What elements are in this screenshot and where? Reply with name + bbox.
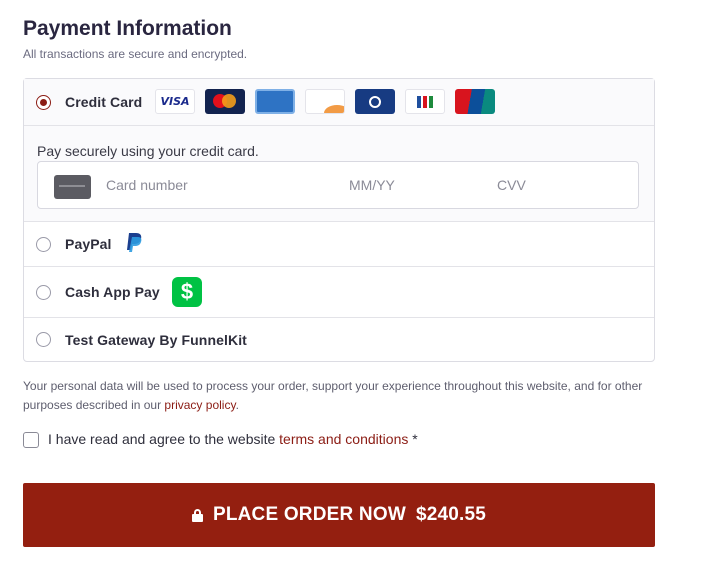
privacy-notice: Your personal data will be used to proce…	[23, 377, 653, 415]
paypal-radio[interactable]	[36, 236, 51, 252]
payment-option-test-gateway[interactable]: Test Gateway By FunnelKit	[24, 318, 654, 361]
required-mark: *	[408, 431, 418, 447]
privacy-notice-suffix: .	[235, 398, 239, 412]
card-cvv-input[interactable]: CVV	[497, 177, 526, 193]
credit-card-label[interactable]: Credit Card	[65, 94, 142, 110]
credit-card-radio[interactable]	[36, 94, 51, 110]
cash-app-pay-label[interactable]: Cash App Pay	[65, 284, 160, 300]
mastercard-logo-icon	[205, 89, 245, 114]
card-expiry-input[interactable]: MM/YY	[349, 177, 395, 193]
page-title: Payment Information	[23, 17, 232, 40]
privacy-policy-link[interactable]: privacy policy	[164, 398, 235, 412]
test-gateway-radio[interactable]	[36, 332, 51, 347]
paypal-label[interactable]: PayPal	[65, 236, 112, 252]
terms-checkbox[interactable]	[23, 432, 39, 448]
payment-option-credit-card[interactable]: Credit Card VISA	[24, 79, 654, 126]
security-subtitle: All transactions are secure and encrypte…	[23, 47, 248, 61]
card-number-input[interactable]: Card number	[106, 177, 188, 193]
privacy-notice-text: Your personal data will be used to proce…	[23, 379, 643, 412]
card-brand-logos: VISA	[155, 89, 495, 114]
order-total-amount: $240.55	[415, 504, 487, 525]
jcb-logo-icon	[405, 89, 445, 114]
diners-club-logo-icon	[355, 89, 395, 114]
credit-card-panel: Pay securely using your credit card. Car…	[24, 126, 654, 222]
amex-logo-icon	[255, 89, 295, 114]
card-details-field[interactable]: Card number MM/YY CVV	[37, 161, 639, 209]
paypal-logo-icon	[127, 233, 142, 252]
discover-logo-icon	[305, 89, 345, 114]
terms-and-conditions-link[interactable]: terms and conditions	[279, 431, 408, 447]
cash-app-logo-icon: $	[172, 277, 202, 307]
place-order-button[interactable]: PLACE ORDER NOW $240.55	[23, 483, 655, 547]
payment-option-paypal[interactable]: PayPal	[24, 222, 654, 267]
lock-icon	[191, 508, 203, 522]
visa-logo-icon: VISA	[155, 89, 195, 114]
cash-app-pay-radio[interactable]	[36, 284, 51, 300]
credit-card-description: Pay securely using your credit card.	[37, 143, 259, 159]
terms-text: I have read and agree to the website	[48, 431, 280, 447]
test-gateway-label[interactable]: Test Gateway By FunnelKit	[65, 332, 247, 348]
unionpay-logo-icon	[455, 89, 495, 114]
payment-option-cash-app-pay[interactable]: Cash App Pay $	[24, 267, 654, 318]
terms-label: I have read and agree to the website ter…	[48, 431, 418, 447]
payment-methods-list: Credit Card VISA Pay securely using your…	[23, 78, 655, 362]
place-order-label: PLACE ORDER NOW	[212, 504, 406, 525]
credit-card-icon	[54, 175, 91, 199]
